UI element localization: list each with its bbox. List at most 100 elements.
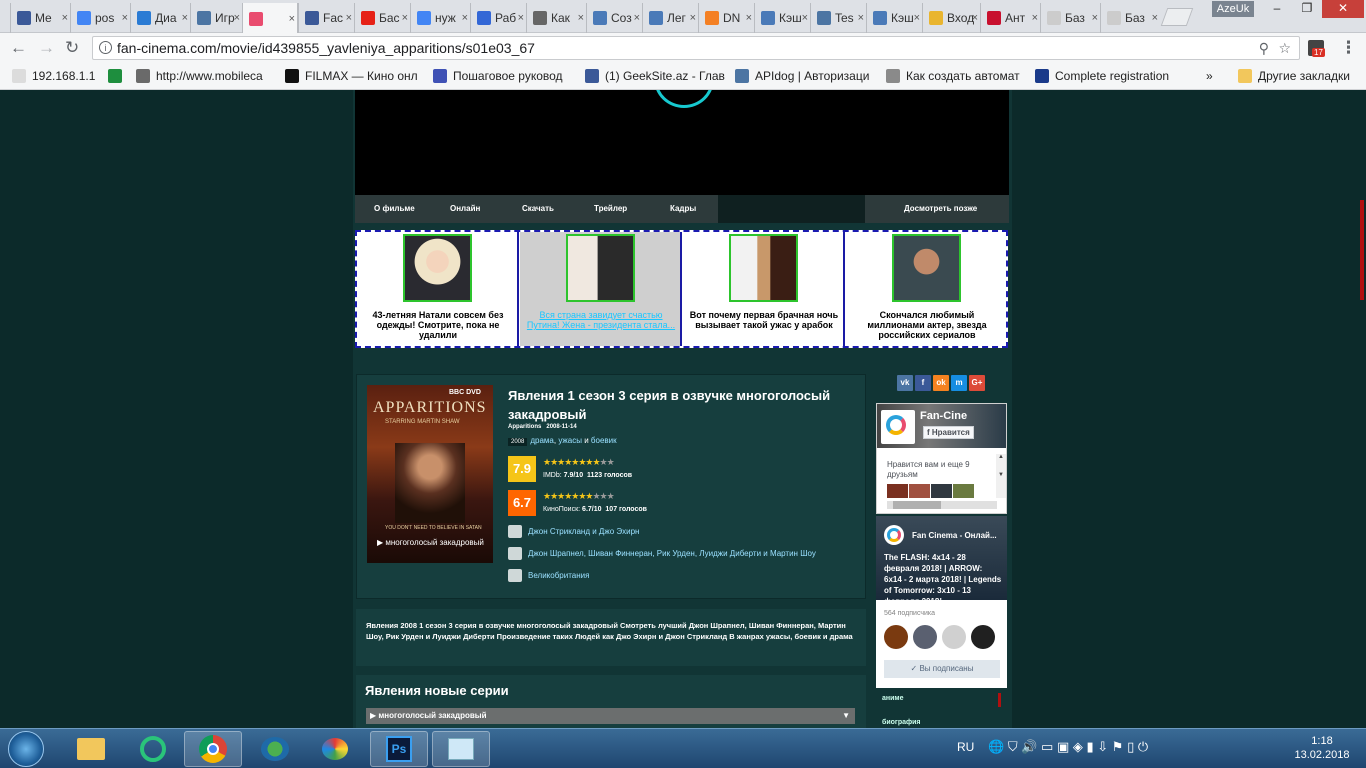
wifi-icon[interactable]: ▮ <box>1086 739 1093 754</box>
close-tab-icon[interactable]: × <box>462 12 468 24</box>
notepad-taskbar-icon[interactable] <box>432 731 490 767</box>
power-icon[interactable]: ⏻ <box>1138 739 1148 754</box>
browser-tab[interactable]: DN × <box>698 3 754 33</box>
volume-icon[interactable]: 🔊 <box>1021 739 1037 754</box>
close-tab-icon[interactable]: × <box>234 12 240 24</box>
page-scrollbar[interactable] <box>1360 90 1366 728</box>
avatar[interactable] <box>971 625 995 649</box>
browser-tab[interactable]: × <box>242 3 298 34</box>
bookmark-item[interactable]: Другие закладки <box>1238 69 1366 83</box>
browser-tab[interactable]: Игр × <box>190 3 242 33</box>
genre-link[interactable]: боевик <box>591 436 617 445</box>
menu-icon[interactable]: ⋮ <box>1340 39 1357 56</box>
fb-like-button[interactable]: f Нравится <box>923 426 974 439</box>
flag-icon[interactable]: ⚑ <box>1112 739 1124 754</box>
clock[interactable]: 1:18 13.02.2018 <box>1286 734 1358 762</box>
mailru-share-icon[interactable]: m <box>951 375 967 391</box>
explorer-taskbar-icon[interactable] <box>62 731 120 767</box>
tab-frames[interactable]: Кадры <box>670 204 696 213</box>
idm-icon[interactable]: ⇩ <box>1097 739 1108 754</box>
idm-taskbar-icon[interactable] <box>246 731 304 767</box>
info-icon[interactable]: i <box>99 41 112 54</box>
battery-icon[interactable]: ▯ <box>1127 739 1134 754</box>
actors-links[interactable]: Джон Шрапнел, Шиван Финнеран, Рик Урден,… <box>528 549 816 558</box>
monitor-icon[interactable]: ▭ <box>1041 739 1053 754</box>
bookmark-item[interactable]: APIdog | Авторизаци <box>735 69 880 83</box>
ad-text[interactable]: Скончался любимый миллионами актер, звез… <box>846 310 1008 340</box>
browser-tab[interactable]: Tes × <box>810 3 866 33</box>
country-link[interactable]: Великобритания <box>528 571 589 580</box>
ad-text[interactable]: Вся страна завидует счастью Путина! Жена… <box>520 310 682 330</box>
photoshop-taskbar-icon[interactable]: Ps <box>370 731 428 767</box>
browser-tab[interactable]: Как × <box>526 3 586 33</box>
close-tab-icon[interactable]: × <box>289 13 295 25</box>
back-icon[interactable]: ← <box>10 39 27 56</box>
browser-tab[interactable]: нуж × <box>410 3 470 33</box>
start-button[interactable] <box>8 731 44 767</box>
browser-tab[interactable]: Раб × <box>470 3 526 33</box>
zoom-icon[interactable]: ⚲ <box>1259 37 1269 59</box>
browser-tab[interactable]: Кэш × <box>754 3 810 33</box>
browser-tab[interactable]: Баз × <box>1100 3 1160 33</box>
close-tab-icon[interactable]: × <box>858 12 864 24</box>
browser-tab[interactable]: Баз × <box>1040 3 1100 33</box>
fb-page-title[interactable]: Fan-Cine <box>920 410 967 422</box>
genre-link[interactable]: драма <box>530 436 554 445</box>
movie-poster[interactable]: BBC DVD APPARITIONS STARRING MARTIN SHAW… <box>367 385 493 563</box>
browser-tab[interactable]: Бас × <box>354 3 410 33</box>
fb-vscroll[interactable]: ▲ ▼ <box>996 454 1006 498</box>
watch-later-button[interactable]: Досмотреть позже <box>904 204 977 213</box>
ad-item[interactable]: Вся страна завидует счастью Путина! Жена… <box>520 232 682 346</box>
fb-scrollbar[interactable] <box>887 501 997 509</box>
bookmark-star-icon[interactable]: ☆ <box>1278 37 1291 59</box>
close-tab-icon[interactable]: × <box>182 12 188 24</box>
bookmark-item[interactable]: http://www.mobileca <box>136 69 276 83</box>
ad-image[interactable] <box>403 234 472 302</box>
genre-link[interactable]: ужасы <box>558 436 582 445</box>
ad-item[interactable]: 43-летняя Натали совсем без одежды! Смот… <box>357 232 519 346</box>
bookmark-item[interactable]: (1) GeekSite.az - Глав <box>585 69 730 83</box>
forward-icon[interactable]: → <box>38 39 55 56</box>
year-badge[interactable]: 2008 <box>508 438 528 446</box>
ad-text[interactable]: 43-летняя Натали совсем без одежды! Смот… <box>357 310 519 340</box>
ad-text[interactable]: Вот почему первая брачная ночь вызывает … <box>683 310 845 330</box>
close-tab-icon[interactable]: × <box>346 12 352 24</box>
bookmark-item[interactable]: 192.168.1.1 <box>12 69 102 83</box>
bookmark-item[interactable]: Пошаговое руковод <box>433 69 578 83</box>
bookmark-item[interactable]: FILMAX — Кино онл <box>285 69 425 83</box>
new-tab-button[interactable] <box>1160 8 1194 26</box>
avatar[interactable] <box>884 625 908 649</box>
ad-item[interactable]: Скончался любимый миллионами актер, звез… <box>846 232 1008 346</box>
nvidia-icon[interactable]: ◈ <box>1073 739 1083 754</box>
close-tab-icon[interactable]: × <box>690 12 696 24</box>
close-tab-icon[interactable]: × <box>972 12 978 24</box>
browser-tab[interactable]: Fac × <box>298 3 354 33</box>
ad-image[interactable] <box>892 234 961 302</box>
browser-tab[interactable]: pos × <box>70 3 130 33</box>
scrollbar-thumb[interactable] <box>893 501 941 509</box>
paint-taskbar-icon[interactable] <box>306 731 364 767</box>
vk-share-icon[interactable]: vk <box>897 375 913 391</box>
scrollbar-thumb[interactable] <box>1360 200 1364 300</box>
browser-tab[interactable]: Соз × <box>586 3 642 33</box>
opera-taskbar-icon[interactable] <box>124 731 182 767</box>
ok-share-icon[interactable]: ok <box>933 375 949 391</box>
avatar[interactable] <box>931 484 952 498</box>
close-tab-icon[interactable]: × <box>1092 12 1098 24</box>
avatar[interactable] <box>909 484 930 498</box>
ad-item[interactable]: Вот почему первая брачная ночь вызывает … <box>683 232 845 346</box>
close-tab-icon[interactable]: × <box>802 12 808 24</box>
tab-about[interactable]: О фильме <box>374 204 415 213</box>
menu-item-anime[interactable]: аниме <box>882 695 904 702</box>
close-window-button[interactable]: ✕ <box>1322 0 1364 18</box>
bookmarks-overflow-button[interactable]: » <box>1206 69 1226 83</box>
ad-image[interactable] <box>566 234 635 302</box>
shield-icon[interactable]: ⛉ <box>1008 739 1018 754</box>
voice-select[interactable]: ▶ многоголосый закадровый ▼ <box>366 708 855 724</box>
browser-tab[interactable]: Лег × <box>642 3 698 33</box>
browser-tab[interactable]: Вход × <box>922 3 980 33</box>
avatar[interactable] <box>887 484 908 498</box>
vk-subscribed-button[interactable]: ✓ Вы подписаны <box>884 660 1000 678</box>
ad-image[interactable] <box>729 234 798 302</box>
network-icon[interactable]: 🌐 <box>988 739 1004 754</box>
